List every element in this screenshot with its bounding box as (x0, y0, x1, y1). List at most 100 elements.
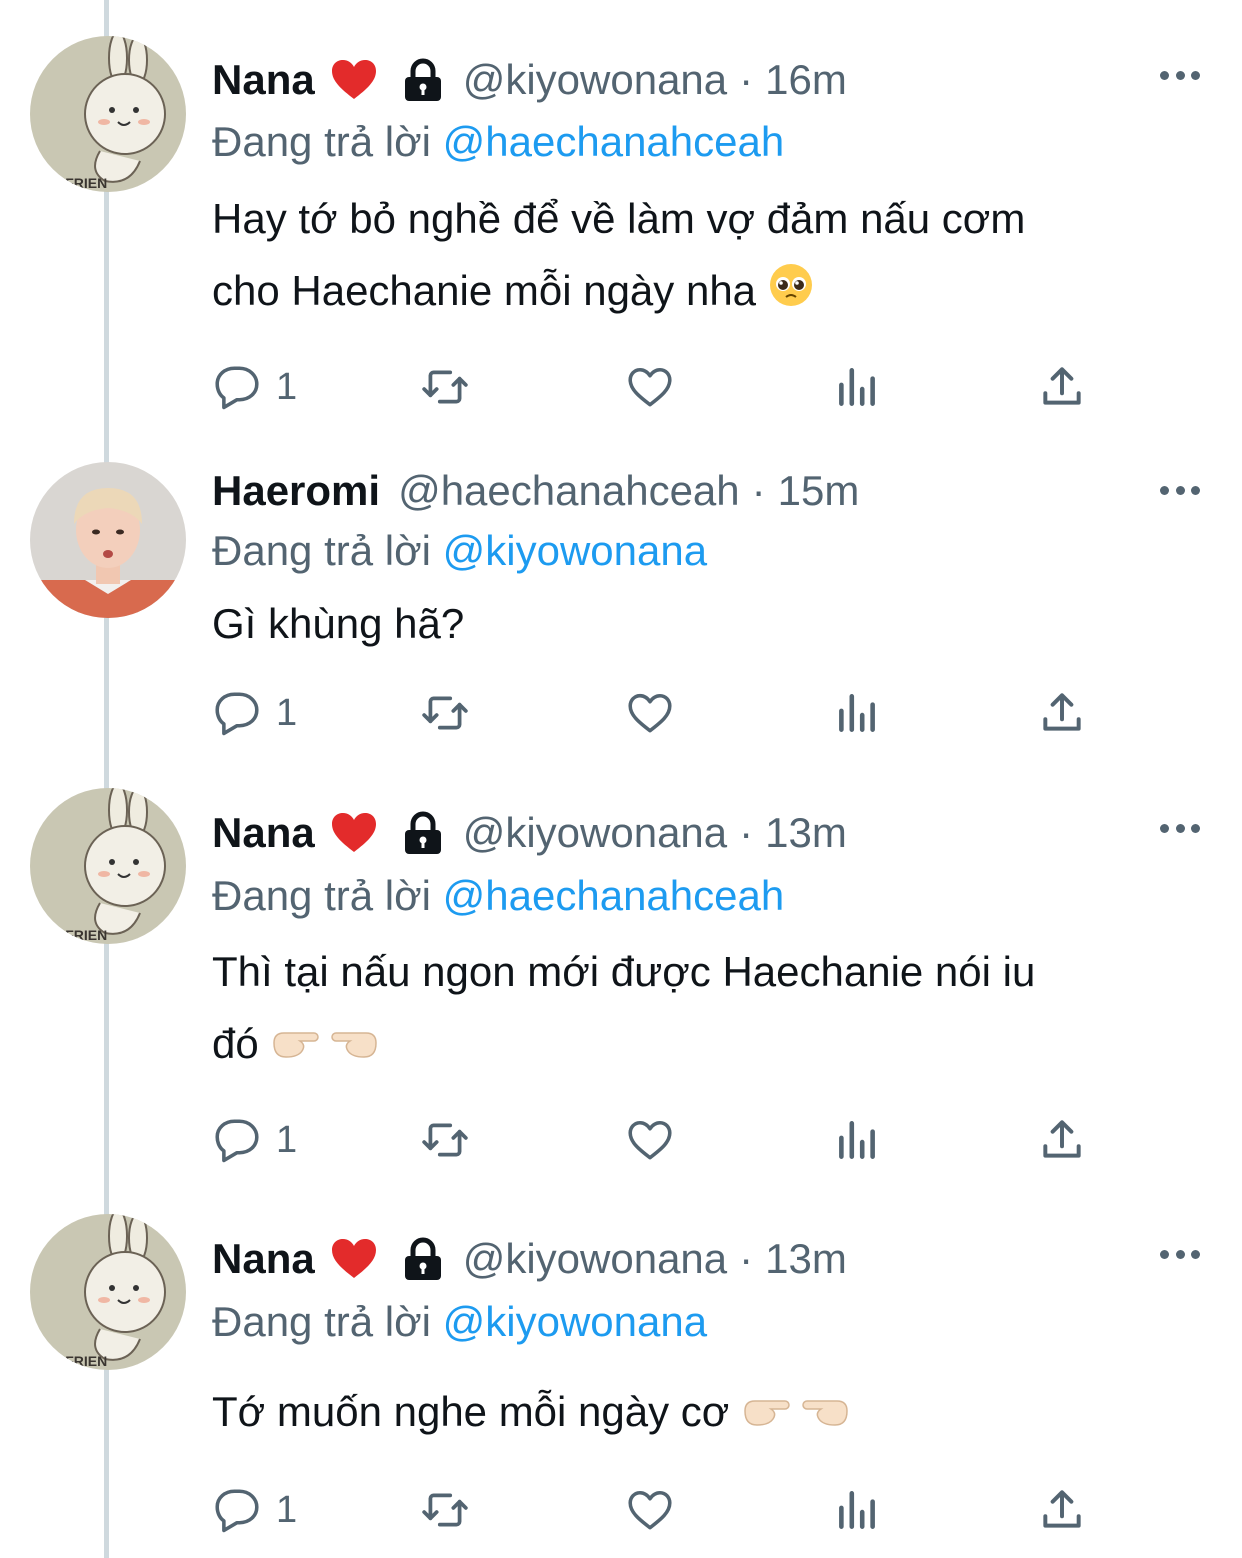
avatar[interactable]: E FRIEN (30, 788, 186, 944)
views-icon (839, 1121, 875, 1159)
views-icon (839, 368, 875, 406)
share-button[interactable] (1037, 357, 1087, 417)
tweet[interactable]: E FRIEN Nana @kiyowonana · 13m Đang trả … (0, 1190, 1242, 1558)
lock-icon (401, 1237, 445, 1281)
replying-to: Đang trả lời @kiyowonana (212, 527, 707, 575)
tweet-header: Haeromi @haechanahceah · 15m (212, 461, 859, 521)
red-heart-emoji-icon (331, 812, 377, 854)
share-icon (1043, 1120, 1081, 1158)
user-handle[interactable]: @kiyowonana (463, 56, 727, 104)
tweet-text-line: Hay tớ bỏ nghề để về làm vợ đảm nấu cơm (212, 195, 1026, 242)
more-options-icon[interactable] (1160, 1244, 1200, 1264)
user-handle[interactable]: @kiyowonana (463, 1235, 727, 1283)
like-button[interactable] (624, 1480, 676, 1540)
replying-to: Đang trả lời @haechanahceah (212, 872, 784, 920)
share-button[interactable] (1037, 683, 1087, 743)
retweet-button[interactable] (417, 683, 473, 743)
tweet-actions: 1 (212, 1110, 1112, 1170)
pleading-face-emoji-icon (768, 258, 814, 330)
views-icon (839, 1491, 875, 1529)
tweet-text-line: Thì tại nấu ngon mới được Haechanie nói … (212, 948, 1036, 995)
tweet-actions: 1 (212, 1480, 1112, 1540)
avatar[interactable] (30, 462, 186, 618)
views-button[interactable] (832, 357, 882, 417)
share-button[interactable] (1037, 1480, 1087, 1540)
separator-dot: · (739, 56, 754, 103)
more-options-icon[interactable] (1160, 480, 1200, 500)
replying-to-label: Đang trả lời (212, 1298, 431, 1345)
reply-count: 1 (276, 365, 298, 408)
display-name[interactable]: Nana (212, 1235, 315, 1283)
retweet-icon (422, 370, 468, 404)
reply-button[interactable]: 1 (212, 357, 297, 417)
svg-text:E FRIEN: E FRIEN (52, 927, 107, 943)
retweet-icon (422, 1123, 468, 1157)
tweet-text: Gì khùng hã? (212, 588, 1192, 660)
share-button[interactable] (1037, 1110, 1087, 1170)
tweet-actions: 1 (212, 357, 1112, 417)
like-icon (628, 693, 672, 733)
pointing-fingers-emoji-icon (270, 1011, 380, 1083)
reply-button[interactable]: 1 (212, 683, 297, 743)
like-button[interactable] (624, 683, 676, 743)
retweet-icon (422, 696, 468, 730)
timestamp[interactable]: 13m (765, 809, 847, 857)
display-name[interactable]: Haeromi (212, 467, 380, 515)
retweet-button[interactable] (417, 357, 473, 417)
user-handle[interactable]: @haechanahceah (398, 467, 740, 515)
mention-link[interactable]: @kiyowonana (443, 527, 707, 574)
like-icon (628, 1120, 672, 1160)
mention-link[interactable]: @haechanahceah (443, 872, 785, 919)
like-button[interactable] (624, 357, 676, 417)
red-heart-emoji-icon (331, 1238, 377, 1280)
reply-button[interactable]: 1 (212, 1480, 297, 1540)
tweet-header: Nana @kiyowonana · 13m (212, 803, 847, 863)
replying-to-label: Đang trả lời (212, 527, 431, 574)
svg-text:E FRIEN: E FRIEN (52, 175, 107, 191)
reply-button[interactable]: 1 (212, 1110, 297, 1170)
retweet-button[interactable] (417, 1110, 473, 1170)
tweet[interactable]: E FRIEN Nana @kiyowonana · 16m Đang trả … (0, 0, 1242, 440)
avatar[interactable]: E FRIEN (30, 1214, 186, 1370)
tweet-text-line: đó (212, 1020, 259, 1067)
avatar[interactable]: E FRIEN (30, 36, 186, 192)
tweet-text-line: Gì khùng hã? (212, 600, 465, 647)
more-options-icon[interactable] (1160, 818, 1200, 838)
like-icon (628, 1490, 672, 1530)
more-options-icon[interactable] (1160, 65, 1200, 85)
reply-icon (215, 366, 259, 410)
svg-text:E FRIEN: E FRIEN (52, 1353, 107, 1369)
retweet-icon (422, 1493, 468, 1527)
replying-to: Đang trả lời @kiyowonana (212, 1298, 707, 1346)
user-handle[interactable]: @kiyowonana (463, 809, 727, 857)
reply-count: 1 (276, 1488, 298, 1531)
like-icon (628, 367, 672, 407)
tweet-header: Nana @kiyowonana · 16m (212, 50, 847, 110)
tweet[interactable]: E FRIEN Nana @kiyowonana · 13m Đang trả … (0, 770, 1242, 1190)
tweet-text: Thì tại nấu ngon mới được Haechanie nói … (212, 936, 1192, 1083)
views-button[interactable] (832, 1110, 882, 1170)
like-button[interactable] (624, 1110, 676, 1170)
pointing-fingers-emoji-icon (741, 1379, 851, 1451)
timestamp[interactable]: 15m (778, 467, 860, 515)
tweet-header: Nana @kiyowonana · 13m (212, 1229, 847, 1289)
separator-dot: · (739, 809, 754, 856)
display-name[interactable]: Nana (212, 809, 315, 857)
lock-icon (401, 58, 445, 102)
replying-to-label: Đang trả lời (212, 118, 431, 165)
reply-icon (215, 1119, 259, 1163)
timestamp[interactable]: 13m (765, 1235, 847, 1283)
tweet-text-line: cho Haechanie mỗi ngày nha (212, 267, 757, 314)
display-name[interactable]: Nana (212, 56, 315, 104)
tweet[interactable]: Haeromi @haechanahceah · 15m Đang trả lờ… (0, 440, 1242, 770)
red-heart-emoji-icon (331, 59, 377, 101)
retweet-button[interactable] (417, 1480, 473, 1540)
tweet-text: Tớ muốn nghe mỗi ngày cơ (212, 1376, 1192, 1451)
separator-dot: · (739, 1235, 754, 1282)
mention-link[interactable]: @haechanahceah (443, 118, 785, 165)
reply-icon (215, 1489, 259, 1533)
timestamp[interactable]: 16m (765, 56, 847, 104)
views-button[interactable] (832, 1480, 882, 1540)
mention-link[interactable]: @kiyowonana (443, 1298, 707, 1345)
views-button[interactable] (832, 683, 882, 743)
